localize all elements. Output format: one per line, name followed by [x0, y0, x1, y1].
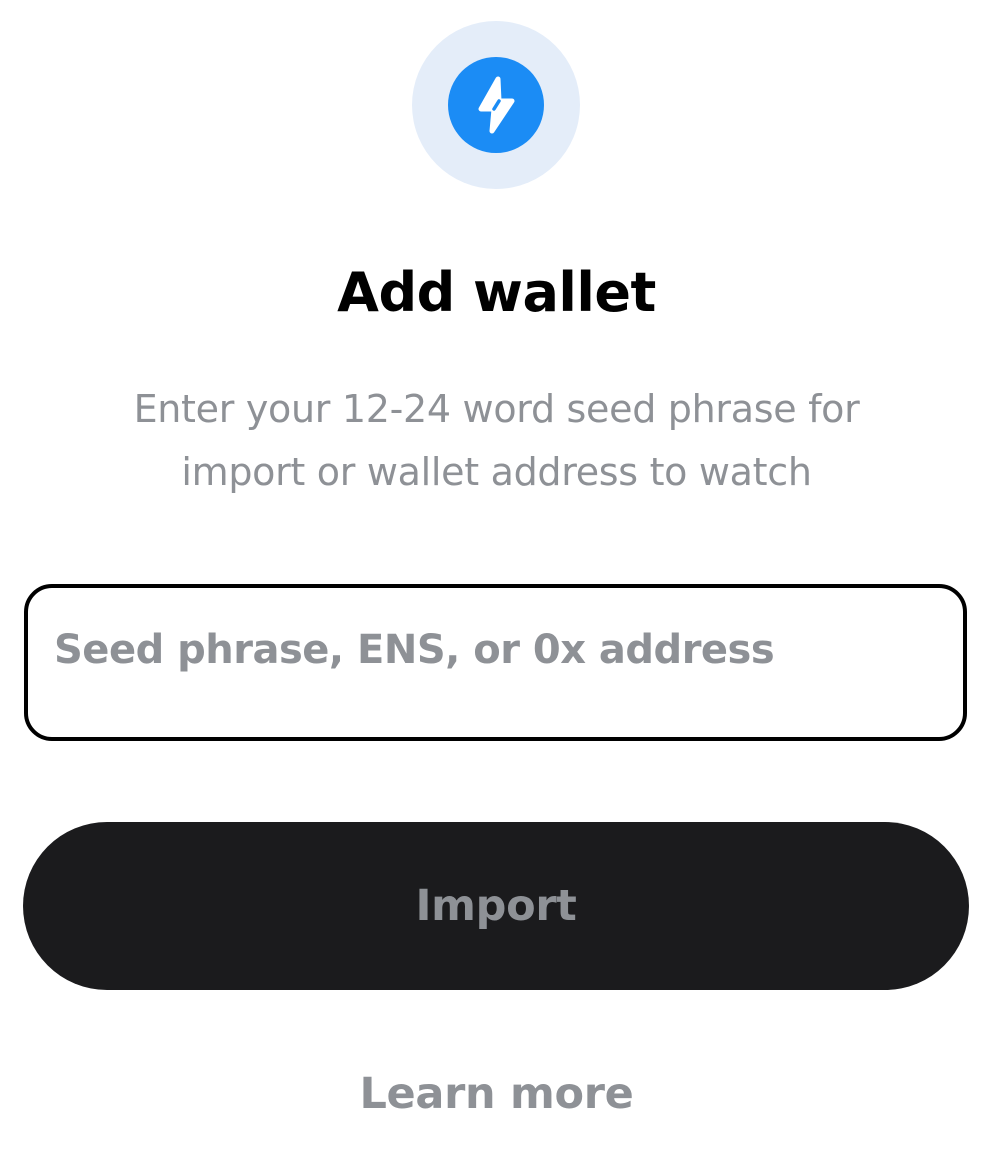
- import-button[interactable]: Import: [23, 822, 969, 990]
- wallet-icon-badge: [412, 21, 580, 189]
- learn-more-link[interactable]: Learn more: [0, 1062, 993, 1126]
- instructions-text: Enter your 12-24 word seed phrase for im…: [60, 378, 933, 504]
- page-title: Add wallet: [337, 261, 656, 324]
- lightning-bolt-icon: [448, 57, 544, 153]
- address-input-container[interactable]: [24, 584, 967, 741]
- seed-phrase-address-input[interactable]: [54, 620, 937, 680]
- instructions-line-2: import or wallet address to watch: [181, 450, 812, 494]
- instructions-line-1: Enter your 12-24 word seed phrase for: [133, 387, 860, 431]
